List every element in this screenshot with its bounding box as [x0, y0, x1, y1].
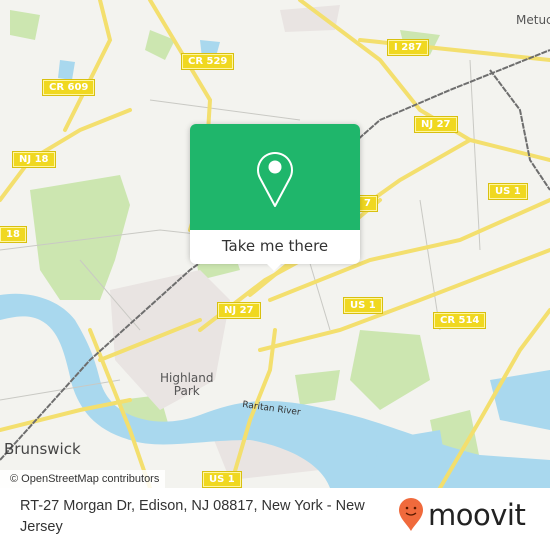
destination-popup: Take me there	[190, 124, 360, 271]
map[interactable]: CR 609 CR 529 I 287 NJ 27 NJ 18 18 7 US …	[0, 0, 550, 488]
footer: RT-27 Morgan Dr, Edison, NJ 08817, New Y…	[0, 488, 550, 550]
road-label: NJ 27	[414, 116, 458, 133]
road-label: 7	[357, 195, 378, 212]
road-label: NJ 27	[217, 302, 261, 319]
place-label-new-brunswick: Brunswick	[4, 440, 81, 458]
map-attribution[interactable]: © OpenStreetMap contributors	[0, 470, 166, 488]
moovit-wordmark: moovit	[428, 498, 526, 532]
road-label: US 1	[488, 183, 528, 200]
moovit-logo[interactable]: moovit	[398, 498, 526, 532]
road-label: US 1	[343, 297, 383, 314]
place-label-metuchen: Metuc	[516, 13, 550, 27]
road-label: CR 609	[41, 79, 96, 96]
popup-header	[190, 124, 360, 230]
moovit-pin-icon	[399, 498, 423, 531]
address-text: RT-27 Morgan Dr, Edison, NJ 08817, New Y…	[20, 498, 365, 535]
road-label: CR 514	[432, 312, 487, 329]
popup-pointer	[265, 262, 283, 271]
take-me-there-button[interactable]: Take me there	[190, 230, 360, 264]
road-label: 18	[0, 226, 27, 243]
road-label: NJ 18	[12, 151, 56, 168]
road-label: US 1	[202, 471, 242, 488]
road-label: I 287	[386, 39, 430, 56]
road-label: CR 529	[180, 53, 235, 70]
place-label-highland-park: Highland Park	[160, 371, 214, 398]
